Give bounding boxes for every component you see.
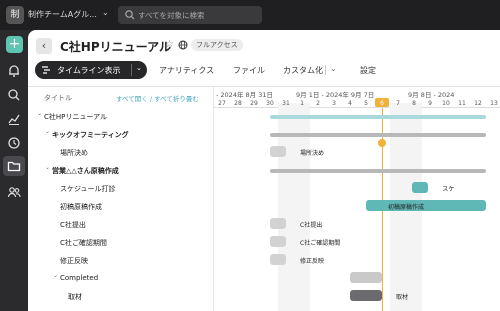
tab-analytics[interactable]: アナリティクス — [159, 65, 214, 76]
month-label: - 2024年 8月 31日 — [216, 91, 273, 99]
month-label: 9月 8日 - 2024 — [408, 91, 455, 99]
task-row-label[interactable]: スケジュール打診 — [60, 184, 116, 194]
day-column — [486, 103, 500, 311]
gantt-bar-label: 取材 — [396, 293, 409, 301]
gantt-bar[interactable] — [270, 218, 286, 229]
day-column — [230, 103, 246, 311]
tab-files[interactable]: ファイル — [233, 65, 265, 76]
top-bar: 制 制作チームAグル... ⌄ すべてを対象に検索 — [0, 0, 500, 30]
day-label: 7 — [396, 100, 400, 107]
task-row-label[interactable]: 修正反映 — [60, 256, 88, 266]
gantt-bar[interactable] — [350, 272, 382, 283]
left-rail: + — [0, 30, 28, 311]
day-label: 3 — [332, 100, 336, 107]
day-label: 12 — [474, 100, 482, 107]
search-people-icon[interactable] — [7, 88, 21, 102]
task-row-label[interactable]: キックオフミーティング — [52, 130, 129, 140]
search-input[interactable]: すべてを対象に検索 — [118, 6, 262, 24]
today-marker — [378, 139, 386, 147]
task-row-label[interactable]: 初稿原稿作成 — [60, 202, 102, 212]
search-placeholder: すべてを対象に検索 — [138, 11, 205, 20]
page-title: C社HPリニューアル — [60, 40, 172, 54]
tab-customize[interactable]: カスタム化 — [283, 65, 323, 76]
expand-caret-icon[interactable]: ⌄ — [37, 110, 42, 117]
star-icon[interactable]: ☆ — [165, 39, 174, 50]
day-label: 5 — [364, 100, 368, 107]
task-row-label[interactable]: 場所決め — [60, 148, 88, 158]
gantt-bar-label: 初稿原稿作成 — [388, 203, 425, 211]
tab-separator — [325, 65, 326, 75]
clock-icon[interactable] — [7, 136, 21, 150]
tab-settings[interactable]: 設定 — [360, 65, 376, 76]
day-column — [214, 103, 230, 311]
task-row-label[interactable]: 取材 — [68, 292, 82, 302]
users-icon[interactable] — [7, 185, 21, 199]
month-label: 9月 1日 - 2024年 9月 7日 — [296, 91, 375, 99]
gantt-bar-label: C社ご確認期間 — [300, 239, 341, 247]
folder-icon[interactable] — [7, 159, 21, 173]
gantt-bar[interactable] — [350, 290, 382, 301]
view-separator — [131, 64, 132, 76]
day-label: 11 — [458, 100, 466, 107]
gantt-bar[interactable] — [270, 146, 286, 157]
day-label: 30 — [266, 100, 274, 107]
day-label: 1 — [300, 100, 304, 107]
expand-collapse-link[interactable]: すべて開く / すべて折り畳む — [116, 93, 199, 103]
day-label: 6 — [380, 100, 384, 107]
task-row-label[interactable]: C社HPリニューアル — [44, 112, 107, 122]
day-label: 28 — [234, 100, 242, 107]
timeline-icon — [42, 66, 50, 74]
workspace-avatar[interactable]: 制 — [6, 6, 24, 24]
gantt-bar[interactable] — [270, 169, 486, 173]
gantt-bar-label: スケ — [442, 185, 455, 193]
task-row-label[interactable]: 営業△△さん原稿作成 — [52, 166, 119, 176]
expand-caret-icon[interactable]: ⌄ — [45, 164, 50, 171]
expand-caret-icon[interactable]: ⌄ — [45, 128, 50, 135]
back-button[interactable]: ‹ — [36, 38, 52, 54]
gantt-bar-label: C社提出 — [300, 221, 323, 229]
gantt-chart: - 2024年 8月 31日 9月 1日 - 2024年 9月 7日 9月 8日 -… — [214, 87, 500, 311]
task-row-label[interactable]: C社提出 — [60, 220, 86, 230]
day-label: 4 — [348, 100, 352, 107]
day-label: 13 — [490, 100, 498, 107]
chart-icon[interactable] — [7, 112, 21, 126]
chevron-down-icon[interactable]: ⌄ — [330, 64, 337, 73]
expand-caret-icon[interactable]: ⌄ — [53, 272, 58, 279]
task-row-label[interactable]: Completed — [60, 274, 98, 282]
day-label: 2 — [316, 100, 320, 107]
gantt-bar-label: 修正反映 — [300, 257, 325, 265]
add-button[interactable]: + — [6, 36, 23, 53]
day-column — [246, 103, 262, 311]
gantt-bar[interactable] — [270, 236, 286, 247]
bell-icon[interactable] — [7, 64, 21, 78]
search-icon — [125, 10, 135, 20]
main-panel: ‹ C社HPリニューアル ☆ フルアクセス タイムライン表示 ⌄ アナリティクス… — [28, 30, 500, 311]
chevron-down-icon[interactable]: ⌄ — [136, 64, 142, 72]
task-row-label[interactable]: C社ご確認期間 — [60, 238, 107, 248]
chevron-down-icon[interactable]: ⌄ — [102, 8, 109, 17]
gantt-bar[interactable] — [270, 254, 286, 265]
day-label: 10 — [442, 100, 450, 107]
gantt-bar[interactable] — [270, 133, 486, 137]
access-badge[interactable]: フルアクセス — [191, 39, 243, 51]
day-label: 9 — [428, 100, 432, 107]
day-label: 29 — [250, 100, 258, 107]
day-label: 27 — [218, 100, 226, 107]
gantt-bar[interactable] — [412, 182, 429, 193]
gantt-bar[interactable] — [270, 115, 486, 119]
view-label: タイムライン表示 — [57, 66, 121, 75]
timeline-view-button[interactable]: タイムライン表示 ⌄ — [35, 61, 147, 79]
workspace-name[interactable]: 制作チームAグル... — [28, 9, 98, 20]
globe-icon — [178, 40, 188, 50]
day-label: 31 — [282, 100, 290, 107]
gantt-bar-label: 場所決め — [300, 149, 325, 157]
day-label: 8 — [412, 100, 416, 107]
column-title: タイトル — [44, 94, 72, 102]
gantt-bar[interactable] — [366, 200, 486, 211]
